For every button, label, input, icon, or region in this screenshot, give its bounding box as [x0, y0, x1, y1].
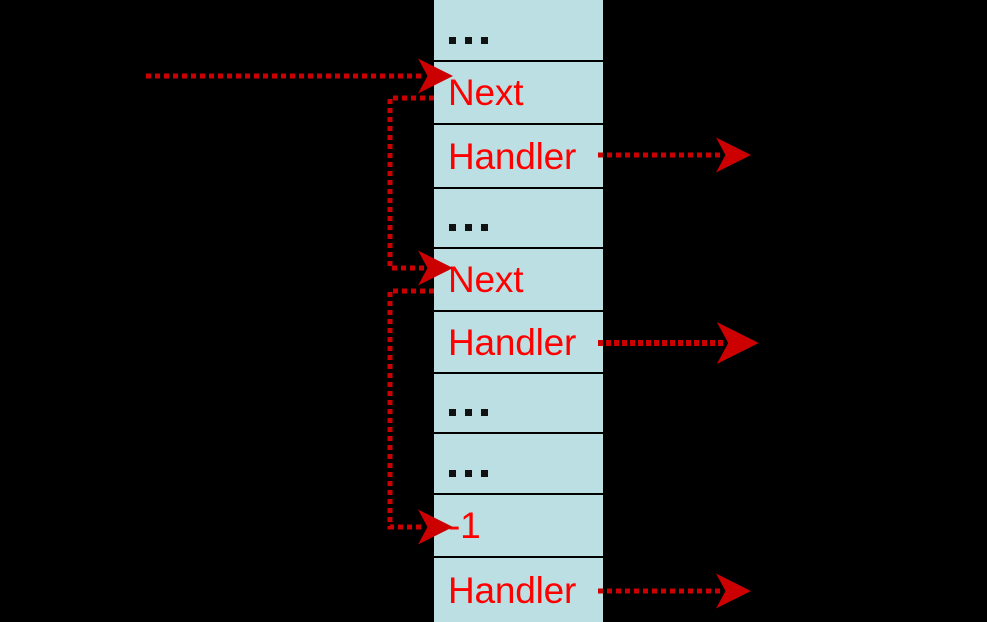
ellipsis-glyph: [434, 374, 488, 432]
table-cell-ellipsis-1: [434, 189, 603, 247]
diagram-canvas: Next Handler Next Handler -1 Handler: [0, 0, 987, 622]
cell-label: Handler: [448, 135, 577, 177]
table-cell-handler-3: Handler: [434, 558, 603, 622]
cell-label: Handler: [448, 569, 577, 611]
cell-label: Handler: [448, 321, 577, 363]
next1-to-next2-link: [387, 95, 453, 286]
table-cell-next-2: Next: [434, 249, 603, 310]
table-cell-terminator: -1: [434, 495, 603, 556]
table-cell-next-1: Next: [434, 62, 603, 123]
next2-to-terminator-link: [387, 288, 453, 545]
cell-label: Next: [448, 259, 524, 300]
ellipsis-glyph: [434, 434, 488, 493]
ellipsis-glyph: [434, 189, 488, 247]
exception-registration-table: Next Handler Next Handler -1 Handler: [434, 0, 603, 622]
cell-label: -1: [448, 505, 481, 546]
table-cell-ellipsis-2: [434, 374, 603, 432]
table-cell-ellipsis-3: [434, 434, 603, 493]
table-cell-ellipsis-0: [434, 0, 603, 60]
table-cell-handler-1: Handler: [434, 125, 603, 187]
ellipsis-glyph: [434, 0, 488, 60]
table-cell-handler-2: Handler: [434, 312, 603, 372]
cell-label: Next: [448, 72, 524, 113]
